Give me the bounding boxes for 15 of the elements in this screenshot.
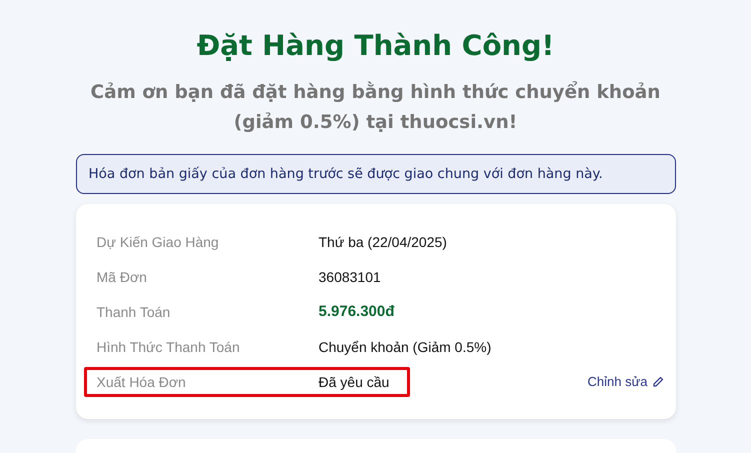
detail-label: Thanh Toán [96,304,172,320]
detail-value: 36083101 [318,268,381,284]
detail-value: Thứ ba (22/04/2025) [318,234,447,250]
detail-label: Xuất Hóa Đơn [96,374,187,390]
invoice-notice: Hóa đơn bản giấy của đơn hàng trước sẽ được giao chung với đơn hàng này. [76,154,676,194]
detail-value: 5.976.300đ [318,303,394,320]
detail-label: Hình Thức Thanh Toán [96,338,241,354]
page-title: Đặt Hàng Thành Công! [196,28,556,64]
detail-label: Mã Đơn [96,268,148,284]
detail-value: Đã yêu cầu [318,374,390,390]
detail-label: Dự Kiến Giao Hàng [96,234,220,250]
edit-link[interactable]: Chỉnh sửa [587,374,664,389]
thank-you-message: Cảm ơn bạn đã đặt hàng bằng hình thức chuyển khoản (giảm 0.5%) tại thuocsi.vn! [90,80,662,135]
detail-value: Chuyển khoản (Giảm 0.5%) [318,338,492,354]
pencil-icon [652,376,664,388]
